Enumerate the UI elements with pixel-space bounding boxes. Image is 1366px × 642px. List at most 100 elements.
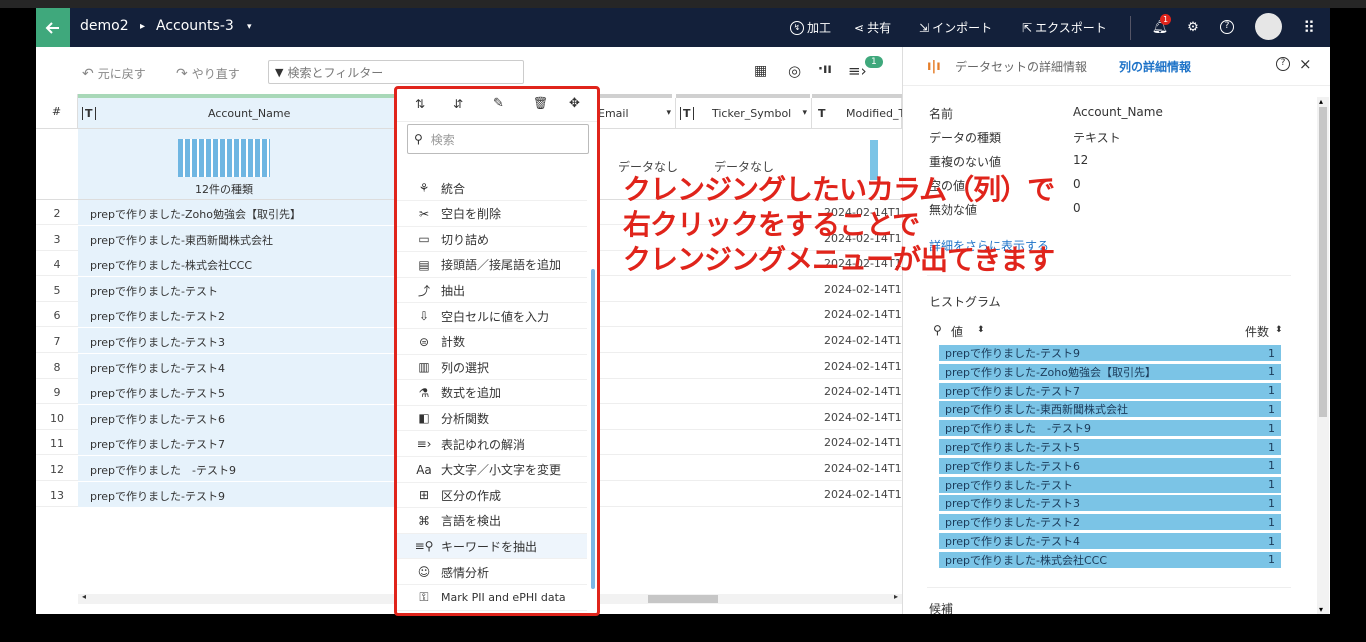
histogram-bar[interactable]: prepで作りました-テスト 1 — [939, 476, 1281, 493]
sort-value-icon[interactable]: ⬍ — [977, 325, 985, 335]
panel-scroll-up-icon[interactable]: ▴ — [1319, 97, 1323, 106]
stats-icon[interactable]: ·ıı — [818, 62, 832, 77]
hist-count-header[interactable]: 件数 — [1245, 323, 1269, 340]
help-button[interactable]: ? — [1217, 17, 1237, 37]
panel-scroll-thumb[interactable] — [1319, 107, 1327, 417]
histogram-bar[interactable]: prepで作りました-テスト7 1 — [939, 382, 1281, 399]
sort-count-icon[interactable]: ⬍ — [1275, 325, 1283, 335]
modified-time-cell[interactable]: 2024-02-14T11 — [824, 462, 909, 475]
histogram-bar[interactable]: prepで作りました-テスト5 1 — [939, 439, 1281, 455]
steps-icon[interactable]: ≡› — [848, 62, 867, 80]
modified-time-cell[interactable]: 2024-02-14T10 — [824, 308, 909, 321]
transform-button[interactable]: ↯ 加工 — [790, 19, 831, 36]
export-button[interactable]: ⇱ エクスポート — [1022, 19, 1107, 36]
menu-item[interactable]: ≡› 表記ゆれの解消 — [397, 432, 587, 457]
data-quality-icon[interactable]: ▦ — [754, 63, 767, 79]
tab-dataset-details[interactable]: データセットの詳細情報 — [955, 58, 1087, 75]
menu-item[interactable]: ⊜ 計数 — [397, 330, 587, 355]
account-name-cell[interactable]: prepで作りました-テスト — [90, 283, 218, 299]
hist-value-header[interactable]: 値 — [951, 323, 963, 340]
share-button[interactable]: ⋖ 共有 — [854, 19, 891, 36]
menu-item[interactable]: ≡⚲ キーワードを抽出 — [397, 534, 587, 560]
histogram-bar[interactable]: prepで作りました-株式会社CCC 1 — [939, 551, 1281, 568]
histogram-bar[interactable]: prepで作りました-テスト4 1 — [939, 533, 1281, 549]
modified-time-cell[interactable]: 2024-02-14T10 — [824, 488, 909, 501]
menu-item[interactable]: ◧ 分析関数 — [397, 406, 587, 432]
panel-help-icon[interactable]: ? — [1276, 57, 1290, 71]
avatar[interactable] — [1255, 13, 1282, 40]
panel-close-icon[interactable]: × — [1299, 55, 1312, 73]
menu-search-input[interactable]: ⚲ 検索 — [407, 124, 589, 154]
menu-item[interactable]: Aa 大文字／小文字を変更 — [397, 458, 587, 483]
app-grid-button[interactable]: ⠿ — [1299, 17, 1319, 37]
search-filter-input[interactable]: ▼ 検索とフィルター — [268, 60, 524, 84]
menu-item[interactable]: ☺ 感情分析 — [397, 560, 587, 585]
histogram-bar[interactable]: prepで作りました -テスト9 1 — [939, 420, 1281, 437]
scroll-thumb[interactable] — [648, 595, 718, 603]
account-name-cell[interactable]: prepで作りました-テスト2 — [90, 308, 225, 324]
histogram-bar[interactable]: prepで作りました-Zoho勉強会【取引先】 1 — [939, 363, 1281, 380]
import-button[interactable]: ⇲ インポート — [919, 19, 992, 36]
tab-column-details[interactable]: 列の詳細情報 — [1119, 58, 1191, 75]
histogram-bar[interactable]: prepで作りました-テスト9 1 — [939, 345, 1281, 361]
account-name-cell[interactable]: prepで作りました-テスト9 — [90, 488, 225, 504]
account-name-cell[interactable]: prepで作りました-Zoho勉強会【取引先】 — [90, 206, 301, 222]
account-name-cell[interactable]: prepで作りました -テスト9 — [90, 462, 236, 478]
menu-item[interactable]: ⚘ 統合 — [397, 176, 587, 201]
account-name-header[interactable]: T Account_Name — [78, 98, 398, 129]
account-name-cell[interactable]: prepで作りました-東西新聞株式会社 — [90, 232, 273, 248]
menu-item[interactable]: ⚗ 数式を追加 — [397, 381, 587, 406]
account-name-cell[interactable]: prepで作りました-テスト3 — [90, 334, 225, 350]
modified-time-cell[interactable]: 2024-02-14T10 — [824, 334, 909, 347]
email-dropdown-icon[interactable]: ▾ — [666, 108, 671, 118]
workspace-name[interactable]: demo2 — [80, 18, 129, 34]
panel-scroll-down-icon[interactable]: ▾ — [1319, 605, 1323, 614]
account-name-cell[interactable]: prepで作りました-株式会社CCC — [90, 257, 252, 273]
panel-scrollbar[interactable]: ▴ ▾ — [1317, 97, 1329, 614]
modified-time-header[interactable]: T Modified_Ti — [812, 98, 908, 129]
sort-descending-icon[interactable]: ⇵ — [453, 97, 463, 111]
back-button[interactable] — [36, 8, 70, 47]
dataset-dropdown-icon[interactable]: ▾ — [247, 22, 252, 32]
menu-item[interactable]: ⤴ 抽出 — [397, 278, 587, 304]
histogram-bar[interactable]: prepで作りました-テスト6 1 — [939, 457, 1281, 474]
modified-time-cell[interactable]: 2024-02-14T10 — [824, 436, 909, 449]
histogram-bar[interactable]: prepで作りました-テスト2 1 — [939, 514, 1281, 531]
notification-button[interactable]: 🔔︎ 1 — [1150, 14, 1171, 37]
menu-item[interactable]: ⊞ 区分の作成 — [397, 483, 587, 509]
ticker-symbol-header[interactable]: T Ticker_Symbol ▾ — [676, 98, 812, 129]
histogram-bar[interactable]: prepで作りました-東西新聞株式会社 1 — [939, 401, 1281, 418]
account-name-cell[interactable]: prepで作りました-テスト6 — [90, 411, 225, 427]
sort-ascending-icon[interactable]: ⇅ — [415, 97, 425, 111]
modified-time-cell[interactable]: 2024-02-14T10 — [824, 283, 909, 296]
menu-item[interactable]: ▭ 切り詰め — [397, 227, 587, 253]
account-name-cell[interactable]: prepで作りました-テスト4 — [90, 360, 225, 376]
modified-time-cell[interactable]: 2024-02-14T10 — [824, 360, 909, 373]
modified-time-cell[interactable]: 2024-02-14T10 — [824, 385, 909, 398]
redo-button[interactable]: ↷ やり直す — [176, 65, 240, 82]
account-name-cell[interactable]: prepで作りました-テスト5 — [90, 385, 225, 401]
menu-item[interactable]: ▥ 列の選択 — [397, 355, 587, 381]
account-name-cell[interactable]: prepで作りました-テスト7 — [90, 436, 225, 452]
edit-icon[interactable]: ✎ — [493, 96, 504, 111]
menu-item[interactable]: ⇩ 空白セルに値を入力 — [397, 304, 587, 329]
menu-item[interactable]: ⌘ 言語を検出 — [397, 509, 587, 534]
menu-item[interactable]: ✂ 空白を削除 — [397, 202, 587, 227]
target-icon[interactable]: ◎ — [788, 62, 801, 80]
undo-button[interactable]: ↶ 元に戻す — [82, 65, 146, 82]
dataset-name[interactable]: Accounts-3 — [156, 18, 234, 34]
move-icon[interactable]: ✥ — [569, 96, 580, 111]
scroll-right-icon[interactable]: ▸ — [894, 592, 898, 601]
hist-search-icon[interactable]: ⚲ — [933, 323, 942, 337]
histogram-count: 1 — [1268, 515, 1275, 529]
menu-scrollbar[interactable] — [591, 269, 595, 589]
modified-time-cell[interactable]: 2024-02-14T10 — [824, 411, 909, 424]
histogram-bar[interactable]: prepで作りました-テスト3 1 — [939, 495, 1281, 512]
scroll-left-icon[interactable]: ◂ — [82, 592, 86, 601]
settings-button[interactable]: ⚙ — [1183, 17, 1203, 37]
menu-item[interactable]: ⚿ Mark PII and ePHI data — [397, 586, 587, 611]
email-header[interactable]: Email ▾ — [596, 98, 676, 129]
delete-icon[interactable]: 🗑︎ — [533, 96, 548, 110]
menu-item[interactable]: ▤ 接頭語／接尾語を追加 — [397, 253, 587, 278]
ticker-dropdown-icon[interactable]: ▾ — [802, 108, 807, 118]
